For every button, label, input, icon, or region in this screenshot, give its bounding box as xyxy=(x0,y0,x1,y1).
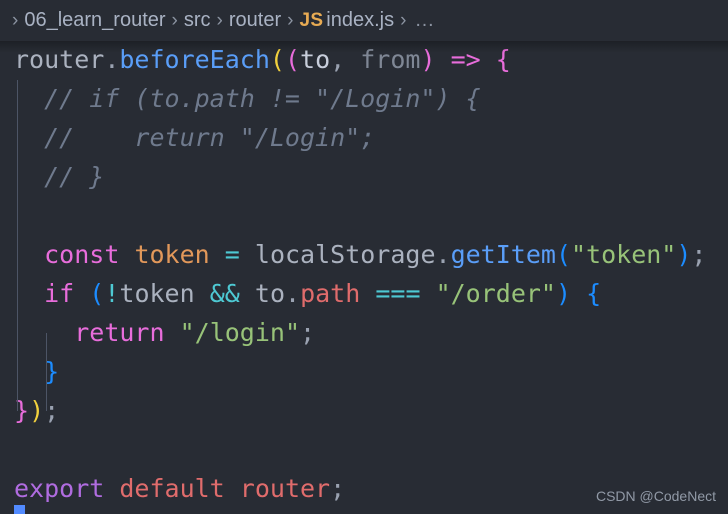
code-token: return xyxy=(74,318,165,347)
code-token: ( xyxy=(89,279,105,308)
chevron-right-icon: › xyxy=(12,9,19,31)
code-token: && xyxy=(209,279,240,308)
code-token: , xyxy=(330,45,346,74)
code-line: const token = localStorage.getItem("toke… xyxy=(14,235,706,274)
code-line: return "/login"; xyxy=(14,313,315,352)
breadcrumb-item-folder-src[interactable]: src xyxy=(184,9,211,32)
code-token: token xyxy=(134,240,210,269)
code-token: ( xyxy=(284,45,301,74)
code-token: path xyxy=(300,279,361,308)
code-line: // if (to.path != "/Login") { xyxy=(14,79,481,118)
chevron-right-icon: › xyxy=(287,9,294,31)
breadcrumb-overflow-ellipsis[interactable]: … xyxy=(412,9,434,32)
code-token: localStorage xyxy=(254,240,436,269)
code-token: => xyxy=(450,45,481,74)
code-token: // return "/Login"; xyxy=(14,123,376,152)
code-token: token xyxy=(119,279,195,308)
code-token: { xyxy=(495,45,511,74)
breadcrumb-item-folder-router[interactable]: router xyxy=(229,9,281,32)
code-token: === xyxy=(375,279,421,308)
breadcrumb: › 06_learn_router › src › router › JS in… xyxy=(0,0,728,41)
code-token: ; xyxy=(691,240,707,269)
js-file-icon: JS xyxy=(299,9,324,31)
code-token: export xyxy=(14,474,105,503)
chevron-right-icon: › xyxy=(400,9,407,31)
code-token: router xyxy=(239,474,331,503)
code-line: router.beforeEach((to, from) => { xyxy=(14,41,511,79)
code-token: ; xyxy=(330,474,346,503)
code-token: default xyxy=(119,474,225,503)
code-token: "token" xyxy=(571,240,677,269)
code-token: // if (to.path != "/Login") { xyxy=(14,84,481,113)
code-line: }); xyxy=(14,391,59,430)
code-token: beforeEach xyxy=(119,45,270,74)
code-token: . xyxy=(104,45,120,74)
editor-code-area[interactable]: router.beforeEach((to, from) => { // if … xyxy=(0,41,728,514)
indent-guide xyxy=(46,333,47,411)
code-token: = xyxy=(224,240,240,269)
code-token: from xyxy=(360,45,421,74)
code-token: { xyxy=(586,279,602,308)
chevron-right-icon: › xyxy=(216,9,223,31)
code-line: if (!token && to.path === "/order") { xyxy=(14,274,601,313)
breadcrumb-item-folder-project[interactable]: 06_learn_router xyxy=(24,9,165,32)
code-token: . xyxy=(435,240,451,269)
code-token: ( xyxy=(269,45,285,74)
code-line: // } xyxy=(14,157,104,196)
code-token: if xyxy=(44,279,75,308)
indent-guide xyxy=(17,80,18,411)
code-token: router xyxy=(14,45,105,74)
code-token: ) xyxy=(420,45,436,74)
code-token: to xyxy=(254,279,286,308)
code-token: ) xyxy=(556,279,572,308)
text-cursor xyxy=(14,505,25,514)
code-token: "/order" xyxy=(435,279,556,308)
code-token: getItem xyxy=(450,240,556,269)
code-token: ) xyxy=(29,396,45,425)
code-token: ) xyxy=(676,240,692,269)
code-token: // } xyxy=(14,162,105,191)
code-token: . xyxy=(285,279,301,308)
code-line: // return "/Login"; xyxy=(14,118,375,157)
code-token: to xyxy=(300,45,331,74)
code-token: ! xyxy=(104,279,120,308)
code-line: } xyxy=(14,352,59,391)
code-token: "/login" xyxy=(179,318,301,347)
breadcrumb-item-file-index[interactable]: index.js xyxy=(326,9,394,32)
code-token: ; xyxy=(300,318,316,347)
chevron-right-icon: › xyxy=(171,9,178,31)
code-token: ( xyxy=(555,240,571,269)
code-line: export default router; xyxy=(14,469,345,508)
code-token: const xyxy=(44,240,120,269)
watermark: CSDN @CodeNect xyxy=(595,488,716,504)
code-editor-window: › 06_learn_router › src › router › JS in… xyxy=(0,0,728,514)
